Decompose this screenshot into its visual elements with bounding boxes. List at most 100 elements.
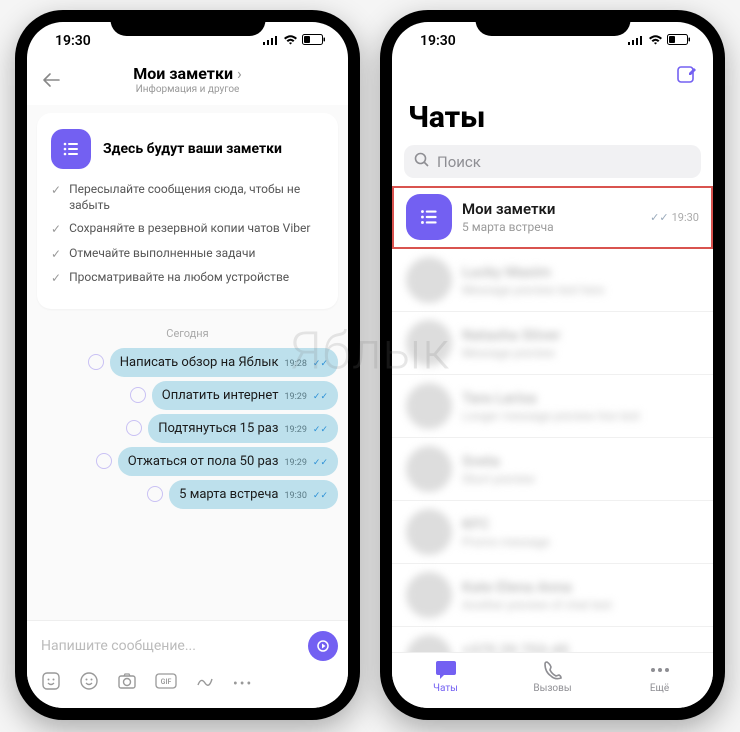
chat-item-blurred[interactable]: Lucky MaximMessage preview text here — [392, 249, 713, 312]
chat-time: 19:30 — [672, 211, 699, 224]
screen-right: 19:30 Чаты Поиск Мои заметки — [392, 22, 713, 708]
send-button[interactable] — [308, 631, 338, 661]
signal-icon — [263, 33, 279, 49]
avatar — [406, 383, 452, 429]
chat-preview: 5 марта встреча — [462, 220, 640, 234]
check-icon: ✓ — [51, 221, 61, 237]
tab-label: Чаты — [433, 683, 458, 694]
tab-chats[interactable]: Чаты — [392, 659, 499, 694]
back-button[interactable] — [41, 72, 65, 88]
intro-line: ✓Пересылайте сообщения сюда, чтобы не за… — [51, 181, 324, 213]
more-icon[interactable]: ••• — [233, 676, 253, 692]
nav-title-block[interactable]: Мои заметки › Информация и другое — [65, 64, 310, 95]
header-actions — [392, 60, 713, 96]
nav-subtitle: Информация и другое — [65, 84, 310, 95]
composer: Напишите сообщение... GIF ••• — [27, 620, 348, 708]
message-time: 19:29 — [284, 458, 306, 468]
message-bubble: Написать обзор на Яблык19:28✓✓ — [110, 348, 338, 377]
notes-avatar-icon — [406, 194, 452, 240]
message-row[interactable]: Отжаться от пола 50 раз 19:29 ✓✓ — [96, 447, 338, 476]
avatar — [406, 446, 452, 492]
avatar — [406, 572, 452, 618]
chat-item-blurred[interactable]: Kate Elena AnnaAnother preview of chat t… — [392, 564, 713, 627]
intro-card: Здесь будут ваши заметки ✓Пересылайте со… — [37, 113, 338, 309]
message-time: 19:30 — [284, 491, 306, 501]
nav-title-text: Мои заметки — [133, 64, 233, 83]
check-icon: ✓ — [51, 246, 61, 262]
tab-more[interactable]: Ещё — [606, 659, 713, 694]
sticker-icon[interactable] — [41, 671, 61, 696]
signal-icon — [628, 33, 644, 49]
notch — [475, 10, 630, 36]
calls-icon — [540, 659, 566, 681]
intro-line: ✓ Отмечайте выполненные задачи — [51, 245, 324, 262]
chevron-right-icon: › — [237, 64, 242, 83]
message-row[interactable]: Подтянуться 15 раз19:29✓✓ — [126, 414, 338, 443]
intro-text: Просматривайте на любом устройстве — [69, 269, 289, 285]
status-time: 19:30 — [55, 33, 91, 49]
message-text: Отжаться от пола 50 раз — [128, 454, 279, 469]
avatar — [406, 257, 452, 303]
read-ticks-icon: ✓✓ — [313, 359, 328, 369]
phone-right: 19:30 Чаты Поиск Мои заметки — [380, 10, 725, 720]
intro-text: Сохраняйте в резервной копии чатов Viber — [69, 220, 310, 236]
chat-item-blurred[interactable]: +375 29 753-45Last line preview blurred — [392, 627, 713, 652]
task-checkbox[interactable] — [147, 486, 163, 502]
task-checkbox[interactable] — [88, 354, 104, 370]
intro-text: Отмечайте выполненные задачи — [69, 245, 255, 261]
message-row[interactable]: Оплатить интернет19:29✓✓ — [130, 381, 338, 410]
wifi-icon — [648, 33, 663, 49]
tab-calls[interactable]: Вызовы — [499, 659, 606, 694]
chat-item-blurred[interactable]: SvetaShort preview — [392, 438, 713, 501]
message-row[interactable]: Написать обзор на Яблык19:28✓✓ — [88, 348, 338, 377]
message-bubble: Подтянуться 15 раз19:29✓✓ — [148, 414, 338, 443]
message-time: 19:29 — [284, 425, 306, 435]
chat-item-my-notes[interactable]: Мои заметки 5 марта встреча ✓✓ 19:30 — [392, 186, 713, 249]
message-row[interactable]: 5 марта встреча 19:30 ✓✓ — [147, 480, 338, 509]
avatar — [406, 635, 452, 652]
task-checkbox[interactable] — [126, 420, 142, 436]
composer-toolbar: GIF ••• — [37, 669, 338, 698]
notch — [110, 10, 265, 36]
intro-line: ✓ Сохраняйте в резервной копии чатов Vibe… — [51, 220, 324, 237]
intro-text: Пересылайте сообщения сюда, чтобы не заб… — [69, 181, 324, 213]
tab-label: Вызовы — [533, 683, 571, 694]
read-ticks-icon: ✓✓ — [650, 211, 668, 224]
compose-input[interactable]: Напишите сообщение... — [37, 638, 302, 654]
screen-left: 19:30 Мои заметки › Информация и другое — [27, 22, 348, 708]
avatar — [406, 509, 452, 555]
message-text: Подтянуться 15 раз — [158, 421, 278, 436]
messages-list: Написать обзор на Яблык19:28✓✓ Оплатить … — [37, 348, 338, 509]
message-bubble: Оплатить интернет19:29✓✓ — [152, 381, 338, 410]
chat-list: Мои заметки 5 марта встреча ✓✓ 19:30 Luc… — [392, 186, 713, 652]
chat-body: Здесь будут ваши заметки ✓Пересылайте со… — [27, 105, 348, 620]
chat-item-blurred[interactable]: KFCPromo message — [392, 501, 713, 564]
emoji-icon[interactable] — [79, 671, 99, 696]
search-input[interactable]: Поиск — [404, 145, 701, 178]
chats-icon — [433, 659, 459, 681]
avatar — [406, 320, 452, 366]
chat-item-blurred[interactable]: Tara LarisaLonger message preview line t… — [392, 375, 713, 438]
message-bubble: Отжаться от пола 50 раз 19:29 ✓✓ — [118, 447, 338, 476]
doodle-icon[interactable] — [195, 671, 215, 696]
task-checkbox[interactable] — [96, 453, 112, 469]
read-ticks-icon: ✓✓ — [313, 458, 328, 468]
intro-line: ✓Просматривайте на любом устройстве — [51, 269, 324, 286]
status-time: 19:30 — [420, 33, 456, 49]
search-placeholder: Поиск — [437, 153, 481, 171]
compose-button[interactable] — [675, 64, 697, 90]
camera-icon[interactable] — [117, 671, 137, 696]
message-text: Оплатить интернет — [162, 388, 279, 403]
message-bubble: 5 марта встреча 19:30 ✓✓ — [169, 480, 338, 509]
battery-icon — [302, 33, 326, 49]
chat-item-blurred[interactable]: Natasha StiverMessage preview — [392, 312, 713, 375]
intro-title: Здесь будут ваши заметки — [103, 141, 282, 157]
read-ticks-icon: ✓✓ — [313, 491, 328, 501]
gif-icon[interactable]: GIF — [155, 673, 177, 694]
message-time: 19:29 — [284, 392, 306, 402]
task-checkbox[interactable] — [130, 387, 146, 403]
nav-header: Мои заметки › Информация и другое — [27, 60, 348, 105]
phone-left: 19:30 Мои заметки › Информация и другое — [15, 10, 360, 720]
message-text: 5 марта встреча — [179, 487, 278, 502]
chat-meta: ✓✓ 19:30 — [650, 211, 699, 224]
